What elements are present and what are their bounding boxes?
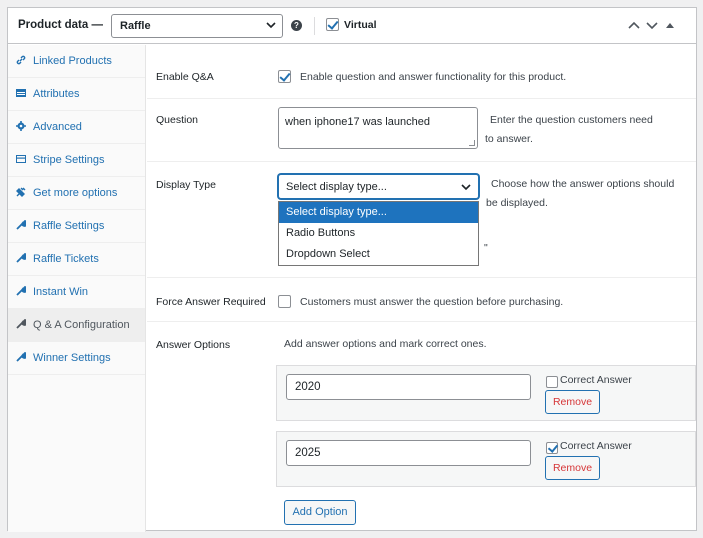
- sidebar-item-label: Attributes: [33, 88, 80, 100]
- chevron-down-icon: [461, 184, 471, 191]
- product-data-title: Product data —: [18, 19, 103, 31]
- display-type-label: Display Type: [156, 179, 216, 191]
- sidebar-item-label: Advanced: [33, 121, 82, 133]
- wrench-icon: [16, 319, 26, 329]
- force-answer-label: Force Answer Required: [156, 296, 266, 308]
- tab-stripe-settings[interactable]: Stripe Settings: [8, 144, 145, 177]
- answer-option-input[interactable]: 2020: [286, 374, 531, 400]
- tab-advanced[interactable]: Advanced: [8, 111, 145, 144]
- move-up-icon[interactable]: [628, 20, 640, 30]
- wrench-icon: [16, 352, 26, 362]
- product-type-select[interactable]: Raffle: [111, 14, 283, 38]
- correct-answer-checkbox[interactable]: [546, 442, 558, 454]
- product-type-value: Raffle: [120, 20, 151, 32]
- answer-options-label: Answer Options: [156, 339, 231, 351]
- enable-qa-description: Enable question and answer functionality…: [300, 71, 567, 83]
- wrench-icon: [16, 286, 26, 296]
- question-description-line1: Enter the question customers need: [490, 114, 653, 126]
- resize-handle-icon[interactable]: [469, 140, 475, 146]
- tab-attributes[interactable]: Attributes: [8, 78, 145, 111]
- remove-option-button[interactable]: Remove: [545, 456, 600, 480]
- answer-option-value: 2020: [295, 381, 321, 393]
- dropdown-option-dropdown-select[interactable]: Dropdown Select: [279, 244, 478, 265]
- tab-raffle-settings[interactable]: Raffle Settings: [8, 210, 145, 243]
- dropdown-option-label: Select display type...: [286, 206, 387, 218]
- panel-controls: [628, 18, 688, 34]
- question-label: Question: [156, 114, 199, 126]
- move-down-icon[interactable]: [646, 20, 658, 30]
- sidebar-item-label: Raffle Tickets: [33, 253, 99, 265]
- tab-linked-products[interactable]: Linked Products: [8, 45, 145, 78]
- enable-qa-label: Enable Q&A: [156, 71, 214, 83]
- display-type-value: Select display type...: [286, 181, 387, 193]
- force-answer-description: Customers must answer the question befor…: [300, 296, 564, 308]
- wrench-icon: [16, 253, 26, 263]
- question-circle-icon[interactable]: ?: [291, 20, 302, 31]
- display-type-dropdown: Select display type... Radio Buttons Dro…: [278, 201, 479, 266]
- qa-configuration-panel: Enable Q&A Enable question and answer fu…: [147, 45, 696, 532]
- sidebar-item-label: Winner Settings: [33, 352, 111, 364]
- link-icon: [16, 55, 26, 65]
- gear-icon: [16, 121, 26, 131]
- sidebar-item-label: Q & A Configuration: [33, 319, 130, 331]
- collapse-toggle-icon[interactable]: [666, 21, 674, 29]
- add-option-button[interactable]: Add Option: [284, 500, 356, 525]
- force-answer-checkbox[interactable]: [278, 295, 291, 308]
- tab-qa-configuration[interactable]: Q & A Configuration: [8, 309, 145, 342]
- sidebar-item-label: Raffle Settings: [33, 220, 105, 232]
- remove-option-button[interactable]: Remove: [545, 390, 600, 414]
- dropdown-option-select-display-type[interactable]: Select display type...: [279, 202, 478, 223]
- dropdown-option-label: Radio Buttons: [286, 227, 356, 239]
- row-divider: [147, 98, 696, 99]
- hidden-text-fragment: ": [484, 242, 488, 254]
- question-textarea[interactable]: when iphone17 was launched: [278, 107, 478, 149]
- correct-answer-checkbox[interactable]: [546, 376, 558, 388]
- plugin-icon: [16, 187, 26, 197]
- display-type-select[interactable]: Select display type...: [278, 174, 479, 199]
- sidebar-item-label: Get more options: [33, 187, 118, 199]
- correct-answer-label: Correct Answer: [560, 440, 632, 452]
- enable-qa-checkbox[interactable]: [278, 70, 291, 83]
- sidebar-item-label: Instant Win: [33, 286, 89, 298]
- question-description-line2: to answer.: [485, 133, 533, 145]
- answer-option-value: 2025: [295, 447, 321, 459]
- product-data-panel: Product data — Raffle ? Virtual Linked P…: [7, 7, 697, 532]
- card-icon: [16, 155, 26, 163]
- dropdown-option-label: Dropdown Select: [286, 248, 370, 260]
- answer-option-row: 2020 Correct Answer Remove: [276, 365, 696, 421]
- display-type-description-line1: Choose how the answer options should: [491, 178, 675, 190]
- header-divider: [314, 17, 315, 35]
- virtual-label: Virtual: [344, 19, 377, 31]
- wrench-icon: [16, 220, 26, 230]
- table-icon: [16, 89, 26, 97]
- row-divider: [147, 277, 696, 278]
- tab-raffle-tickets[interactable]: Raffle Tickets: [8, 243, 145, 276]
- answer-option-row: 2025 Correct Answer Remove: [276, 431, 696, 487]
- display-type-description-line2: be displayed.: [486, 197, 548, 209]
- sidebar-item-label: Stripe Settings: [33, 154, 105, 166]
- tab-winner-settings[interactable]: Winner Settings: [8, 342, 145, 375]
- product-data-tabs: Linked Products Attributes Advanced Stri…: [8, 45, 146, 532]
- sidebar-item-label: Linked Products: [33, 55, 112, 67]
- dropdown-option-radio-buttons[interactable]: Radio Buttons: [279, 223, 478, 244]
- chevron-down-icon: [266, 22, 276, 29]
- row-divider: [147, 161, 696, 162]
- correct-answer-label: Correct Answer: [560, 374, 632, 386]
- virtual-checkbox[interactable]: [326, 18, 339, 31]
- tab-get-more-options[interactable]: Get more options: [8, 177, 145, 210]
- question-value: when iphone17 was launched: [285, 116, 430, 128]
- answer-option-input[interactable]: 2025: [286, 440, 531, 466]
- tab-instant-win[interactable]: Instant Win: [8, 276, 145, 309]
- row-divider: [147, 321, 696, 322]
- answer-options-description: Add answer options and mark correct ones…: [284, 338, 487, 350]
- product-data-header: Product data — Raffle ? Virtual: [8, 8, 696, 44]
